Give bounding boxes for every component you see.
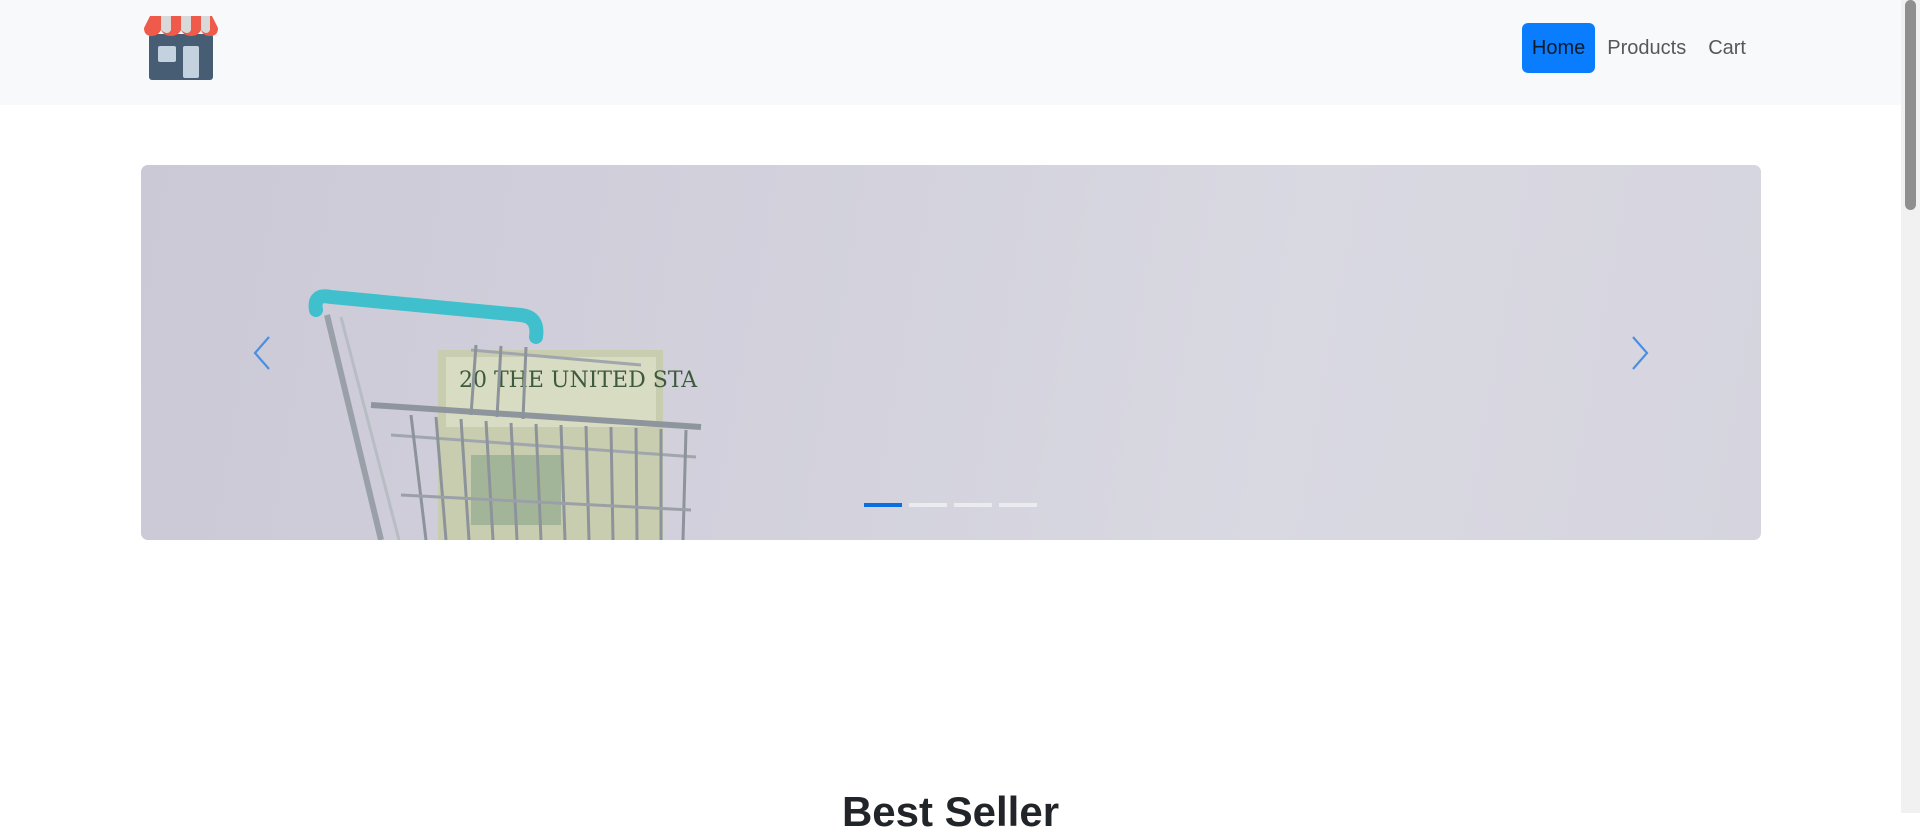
scrollbar-thumb[interactable] — [1905, 0, 1916, 210]
shopping-cart-money-image: 20 THE UNITED STA — [308, 289, 702, 540]
nav-home-link[interactable]: Home — [1521, 23, 1596, 73]
carousel-indicator-4[interactable] — [999, 503, 1037, 507]
carousel-indicator-3[interactable] — [954, 503, 992, 507]
svg-text:20 THE UNITED STA: 20 THE UNITED STA — [459, 368, 698, 393]
carousel-indicator-2[interactable] — [909, 503, 947, 507]
carousel-next-chevron-right-icon[interactable] — [1625, 333, 1655, 373]
best-seller-heading: Best Seller — [841, 788, 1060, 835]
nav-products-link[interactable]: Products — [1597, 23, 1696, 73]
carousel-indicators — [864, 503, 1044, 507]
main-nav: Home Products Cart — [1520, 23, 1756, 73]
carousel-indicator-1[interactable] — [864, 503, 902, 507]
storefront-logo-icon[interactable] — [140, 14, 222, 82]
nav-cart-link[interactable]: Cart — [1698, 23, 1756, 73]
hero-carousel: 20 THE UNITED STA — [141, 165, 1761, 540]
top-navbar: Home Products Cart — [0, 0, 1901, 105]
carousel-prev-chevron-left-icon[interactable] — [247, 333, 277, 373]
page-scrollbar[interactable] — [1901, 0, 1920, 813]
